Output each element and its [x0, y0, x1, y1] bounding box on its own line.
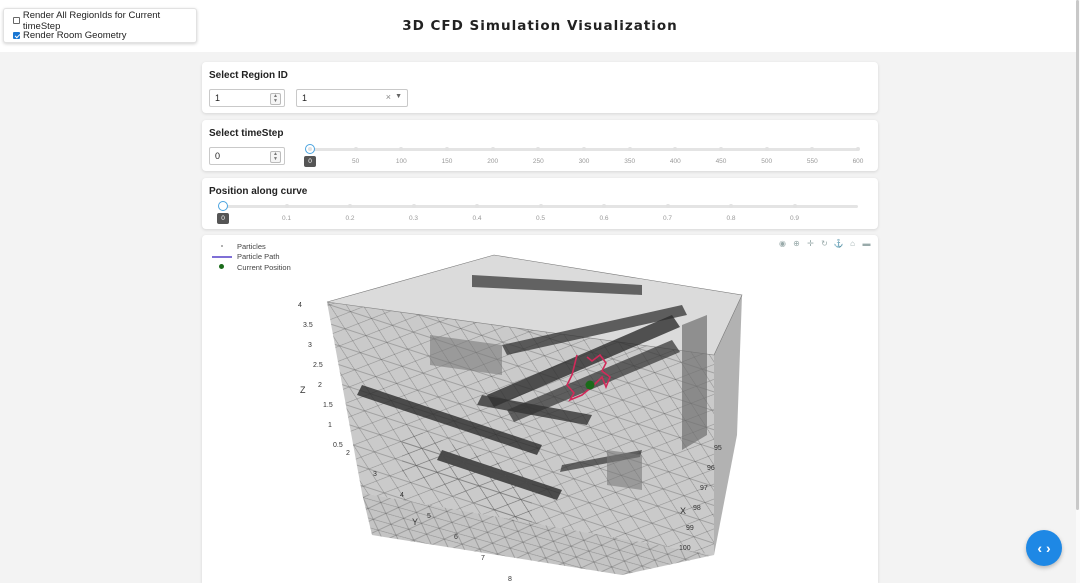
- z-axis-tick: 4: [298, 302, 302, 309]
- region-id-input[interactable]: 1 ▲ ▼: [209, 89, 285, 107]
- z-axis-tick: 3.5: [303, 322, 313, 329]
- position-card: Position along curve 0 0.1 0.2 0.3 0.4 0.5 0.…: [202, 178, 878, 229]
- y-axis-tick: 3: [373, 471, 377, 478]
- slider-value-badge: 0: [217, 213, 229, 224]
- slider-handle[interactable]: [218, 201, 228, 211]
- z-axis-tick: 1.5: [323, 402, 333, 409]
- slider-tick-label[interactable]: 0.8: [726, 215, 735, 222]
- region-dropdown-value: 1: [302, 93, 308, 103]
- page-title: 3D CFD Simulation Visualization: [402, 18, 678, 34]
- scene-canvas[interactable]: 4 3.5 3 2.5 2 1.5 1 0.5 Z 2 3 4 5 6 7 8 Y 95 96 97 98 99 100 X: [202, 235, 878, 583]
- slider-tick[interactable]: [764, 147, 769, 151]
- timestep-input[interactable]: 0 ▲ ▼: [209, 147, 285, 165]
- slider-tick[interactable]: [475, 204, 479, 208]
- slider-tick-label[interactable]: 0.3: [409, 215, 418, 222]
- plot-3d[interactable]: Particles Particle Path Current Position…: [202, 235, 878, 583]
- slider-tick-label[interactable]: 500: [761, 158, 772, 165]
- slider-tick-label[interactable]: 0.4: [472, 215, 481, 222]
- timestep-slider[interactable]: 0 50 100 150 200 250 300 350 400 450 500 550 600: [304, 144, 863, 174]
- region-dropdown[interactable]: 1 × ▼: [296, 89, 408, 107]
- render-options-panel: Render All RegionIds for Current timeSte…: [3, 8, 197, 43]
- slider-tick[interactable]: [353, 147, 358, 151]
- slider-tick-label[interactable]: 0.2: [345, 215, 354, 222]
- slider-tick[interactable]: [411, 204, 416, 208]
- slider-tick[interactable]: [627, 147, 632, 151]
- y-axis-tick: 5: [427, 513, 431, 520]
- slider-tick-label[interactable]: 0.6: [599, 215, 608, 222]
- slider-tick[interactable]: [665, 204, 670, 208]
- render-room-checkbox[interactable]: [13, 32, 20, 39]
- render-all-option[interactable]: Render All RegionIds for Current timeSte…: [4, 10, 196, 32]
- x-axis-title: X: [680, 506, 686, 516]
- z-axis-tick: 2: [318, 382, 322, 389]
- scrollbar-thumb[interactable]: [1076, 0, 1079, 510]
- slider-tick[interactable]: [729, 204, 733, 208]
- slider-tick[interactable]: [490, 147, 495, 151]
- z-axis-tick: 3: [308, 342, 312, 349]
- timestep-value: 0: [215, 151, 221, 161]
- region-heading: Select Region ID: [209, 70, 288, 81]
- x-axis-tick: 99: [686, 525, 694, 532]
- slider-tick[interactable]: [792, 204, 797, 208]
- z-axis-tick: 0.5: [333, 442, 343, 449]
- region-id-stepper[interactable]: ▲ ▼: [270, 93, 281, 105]
- y-axis-title: Y: [412, 517, 418, 527]
- slider-tick[interactable]: [719, 147, 723, 151]
- region-card: Select Region ID 1 ▲ ▼ 1 × ▼: [202, 62, 878, 113]
- room-geometry: [326, 254, 743, 575]
- slider-tick[interactable]: [538, 204, 543, 208]
- x-axis-tick: 98: [693, 505, 701, 512]
- z-axis-tick: 1: [328, 422, 332, 429]
- slider-tick-label[interactable]: 0.1: [282, 215, 291, 222]
- slider-tick-label[interactable]: 550: [807, 158, 818, 165]
- slider-tick-label[interactable]: 0.9: [790, 215, 799, 222]
- x-axis-tick: 97: [700, 485, 708, 492]
- x-axis-tick: 100: [679, 545, 691, 552]
- slider-tick[interactable]: [284, 204, 289, 208]
- render-room-label[interactable]: Render Room Geometry: [23, 30, 126, 41]
- render-all-checkbox[interactable]: [13, 17, 20, 24]
- position-heading: Position along curve: [209, 186, 308, 197]
- slider-tick[interactable]: [308, 147, 312, 151]
- slider-tick-label[interactable]: 300: [579, 158, 590, 165]
- slider-tick-label[interactable]: 250: [533, 158, 544, 165]
- y-axis-tick: 4: [400, 492, 404, 499]
- z-axis-title: Z: [300, 385, 306, 395]
- clear-icon[interactable]: ×: [386, 92, 391, 102]
- x-axis-tick: 96: [707, 465, 715, 472]
- timestep-card: Select timeStep 0 ▲ ▼ 0 50 100 150 200 250 300…: [202, 120, 878, 171]
- region-id-value: 1: [215, 93, 221, 103]
- slider-tick-label[interactable]: 600: [853, 158, 864, 165]
- x-axis-tick: 95: [714, 445, 722, 452]
- slider-tick[interactable]: [348, 204, 352, 208]
- current-position-marker: [585, 380, 595, 390]
- timestep-stepper[interactable]: ▲ ▼: [270, 151, 281, 163]
- slider-value-badge: 0: [304, 156, 316, 167]
- slider-tick[interactable]: [602, 204, 606, 208]
- slider-tick-label[interactable]: 350: [624, 158, 635, 165]
- y-axis-tick: 7: [481, 555, 485, 562]
- position-slider[interactable]: 0 0.1 0.2 0.3 0.4 0.5 0.6 0.7 0.8 0.9: [217, 201, 858, 231]
- slider-tick[interactable]: [856, 147, 860, 151]
- slider-tick-label[interactable]: 50: [352, 158, 359, 165]
- y-axis-tick: 2: [346, 450, 350, 457]
- z-axis-tick: 2.5: [313, 362, 323, 369]
- y-axis-tick: 8: [508, 576, 512, 583]
- render-all-label[interactable]: Render All RegionIds for Current timeSte…: [23, 10, 196, 32]
- slider-tick-label[interactable]: 150: [442, 158, 453, 165]
- timestep-heading: Select timeStep: [209, 128, 284, 139]
- chevron-down-icon[interactable]: ▼: [395, 93, 402, 100]
- slider-tick[interactable]: [582, 147, 586, 151]
- slider-tick-label[interactable]: 0.7: [663, 215, 672, 222]
- code-icon[interactable]: ‹ ›: [1026, 530, 1062, 566]
- y-axis-tick: 6: [454, 534, 458, 541]
- slider-tick-label[interactable]: 0.5: [536, 215, 545, 222]
- slider-tick-label[interactable]: 450: [716, 158, 727, 165]
- slider-tick-label[interactable]: 100: [396, 158, 407, 165]
- slider-tick-label[interactable]: 200: [487, 158, 498, 165]
- page-scrollbar[interactable]: [1076, 0, 1080, 583]
- slider-tick-label[interactable]: 400: [670, 158, 681, 165]
- slider-tick[interactable]: [445, 147, 449, 151]
